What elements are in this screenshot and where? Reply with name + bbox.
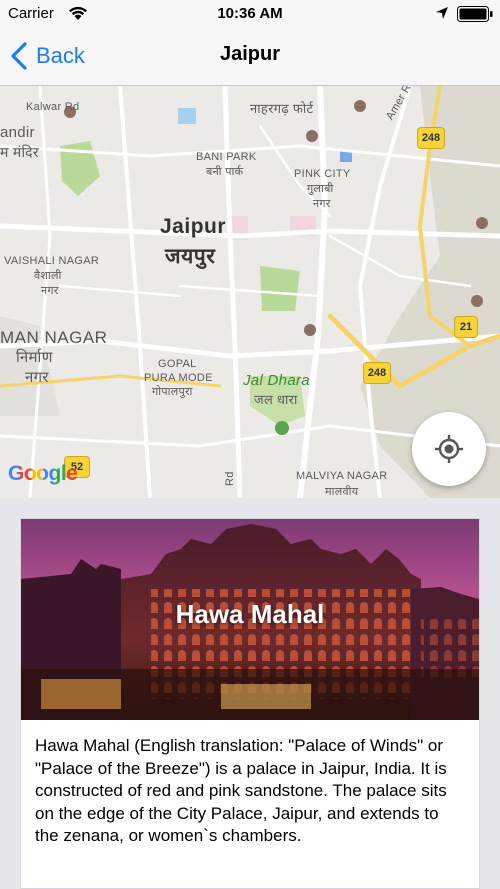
map-label-city: Jaipur xyxy=(160,215,227,238)
map-label: Rd xyxy=(224,471,236,486)
road-shield: 21 xyxy=(454,316,478,338)
map-label: गोपालपुरा xyxy=(152,386,193,398)
park-area xyxy=(260,266,300,311)
navigation-bar: Back Jaipur xyxy=(0,28,500,86)
map-label: वैशाली xyxy=(34,270,62,282)
map-label: नगर xyxy=(41,285,59,297)
map-label-poi: जल धारा xyxy=(254,392,298,407)
map-label: गुलाबी xyxy=(307,183,334,195)
place-description: Hawa Mahal (English translation: "Palace… xyxy=(35,736,447,845)
map-label: andir xyxy=(0,124,35,141)
map-label: निर्माण xyxy=(16,349,53,366)
map-label: MALVIYA NAGAR xyxy=(296,470,388,482)
map-label: PURA MODE xyxy=(144,372,213,384)
map-view[interactable]: Kalwar Rd नाहरगढ़ फोर्ट andir म मंदिर BA… xyxy=(0,86,500,498)
status-bar: Carrier 10:36 AM xyxy=(0,0,500,28)
map-label-city: जयपुर xyxy=(165,245,216,268)
google-logo-text: Google xyxy=(8,462,78,485)
road-shield: 248 xyxy=(363,362,391,384)
map-label: Kalwar Rd xyxy=(26,101,80,113)
google-logo: Google xyxy=(8,462,78,486)
place-card[interactable]: Hawa Mahal Hawa Mahal (English translati… xyxy=(20,518,480,889)
map-label: PINK CITY xyxy=(294,168,351,180)
map-label: नगर xyxy=(313,198,331,210)
map-label: VAISHALI NAGAR xyxy=(4,255,100,267)
page-title: Jaipur xyxy=(219,43,281,65)
place-image: Hawa Mahal xyxy=(21,519,479,720)
map-label: नगर xyxy=(25,369,49,386)
location-arrow-icon xyxy=(436,7,448,19)
road-shield: 248 xyxy=(417,127,445,149)
map-label: BANI PARK xyxy=(196,151,257,163)
map-label: GOPAL xyxy=(158,358,197,370)
map-label: मालवीय xyxy=(325,486,359,498)
map-label: नाहरगढ़ फोर्ट xyxy=(250,101,314,116)
locate-me-button[interactable] xyxy=(412,412,486,486)
place-title: Hawa Mahal xyxy=(175,599,325,629)
crosshair-icon xyxy=(435,435,463,463)
water-area xyxy=(178,108,196,124)
map-label: बनी पार्क xyxy=(206,166,244,178)
map-label: म मंदिर xyxy=(0,144,39,160)
map-label: MAN NAGAR xyxy=(0,328,108,347)
map-label-poi: Jal Dhara xyxy=(243,372,310,389)
clock: 10:36 AM xyxy=(217,5,283,22)
battery-icon xyxy=(457,6,493,22)
